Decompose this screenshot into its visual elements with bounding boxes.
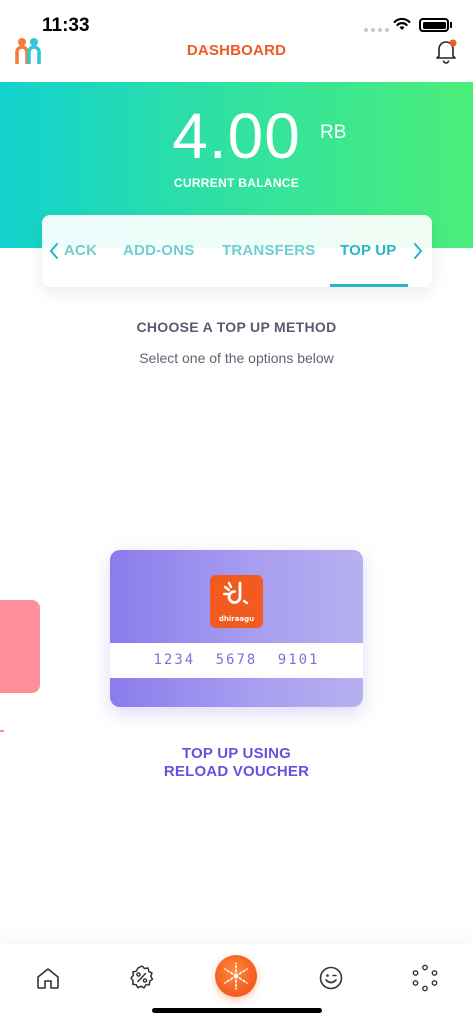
balance-label: CURRENT BALANCE <box>173 176 300 190</box>
status-time: 11:33 <box>42 15 90 36</box>
battery-tip <box>450 22 452 28</box>
battery-icon <box>419 18 449 32</box>
tab-bar: ACK ADD-ONS TRANSFERS TOP UP <box>42 215 432 287</box>
dashboard-screen: 11:33 DASHBOARD 4.00 RB CURRENT BALANCE … <box>0 0 473 1024</box>
smiley-icon[interactable] <box>317 964 345 992</box>
brand-name: dhiraagu <box>218 615 255 623</box>
reload-voucher-card[interactable]: dhiraagu 1234 5678 9101 <box>110 550 363 707</box>
dhiraagu-logo: dhiraagu <box>210 575 263 628</box>
dots-circle-icon[interactable] <box>411 964 439 992</box>
caption-line-1: TOP UP USING <box>181 745 292 762</box>
home-icon[interactable] <box>34 964 62 992</box>
status-bar: 11:33 <box>0 0 473 44</box>
reload-voucher-caption[interactable]: TOP UP USING RELOAD VOUCHER <box>0 745 473 781</box>
tab-top-up[interactable]: TOP UP <box>340 242 397 259</box>
starburst-center-icon <box>224 962 248 990</box>
side-card-mark <box>0 730 4 732</box>
section-subtitle: Select one of the options below <box>139 350 334 366</box>
dhiraagu-logo-icon <box>222 581 249 605</box>
card-number: 1234 5678 9101 <box>153 652 320 668</box>
chevron-right-icon[interactable] <box>412 241 424 261</box>
balance-amount: 4.00 <box>172 100 301 172</box>
card-number-strip: 1234 5678 9101 <box>110 643 363 678</box>
chevron-left-icon[interactable] <box>48 241 60 261</box>
home-indicator <box>152 1008 322 1013</box>
bottom-nav <box>0 944 473 1024</box>
tab-transfers[interactable]: TRANSFERS <box>222 242 315 259</box>
offers-percent-icon[interactable] <box>128 964 156 992</box>
starburst-center-button[interactable] <box>215 955 257 997</box>
caption-line-2: RELOAD VOUCHER <box>163 763 310 780</box>
wifi-icon <box>393 17 411 30</box>
page-title: DASHBOARD <box>186 42 287 59</box>
balance-unit: RB <box>320 122 347 143</box>
section-title: CHOOSE A TOP UP METHOD <box>136 319 337 335</box>
active-tab-indicator <box>330 284 408 287</box>
previous-option-card[interactable] <box>0 600 40 693</box>
notification-bell-icon[interactable] <box>434 38 458 64</box>
tab-add-ons[interactable]: ADD-ONS <box>123 242 194 259</box>
tab-back[interactable]: ACK <box>64 242 97 259</box>
signal-icon <box>364 28 389 32</box>
